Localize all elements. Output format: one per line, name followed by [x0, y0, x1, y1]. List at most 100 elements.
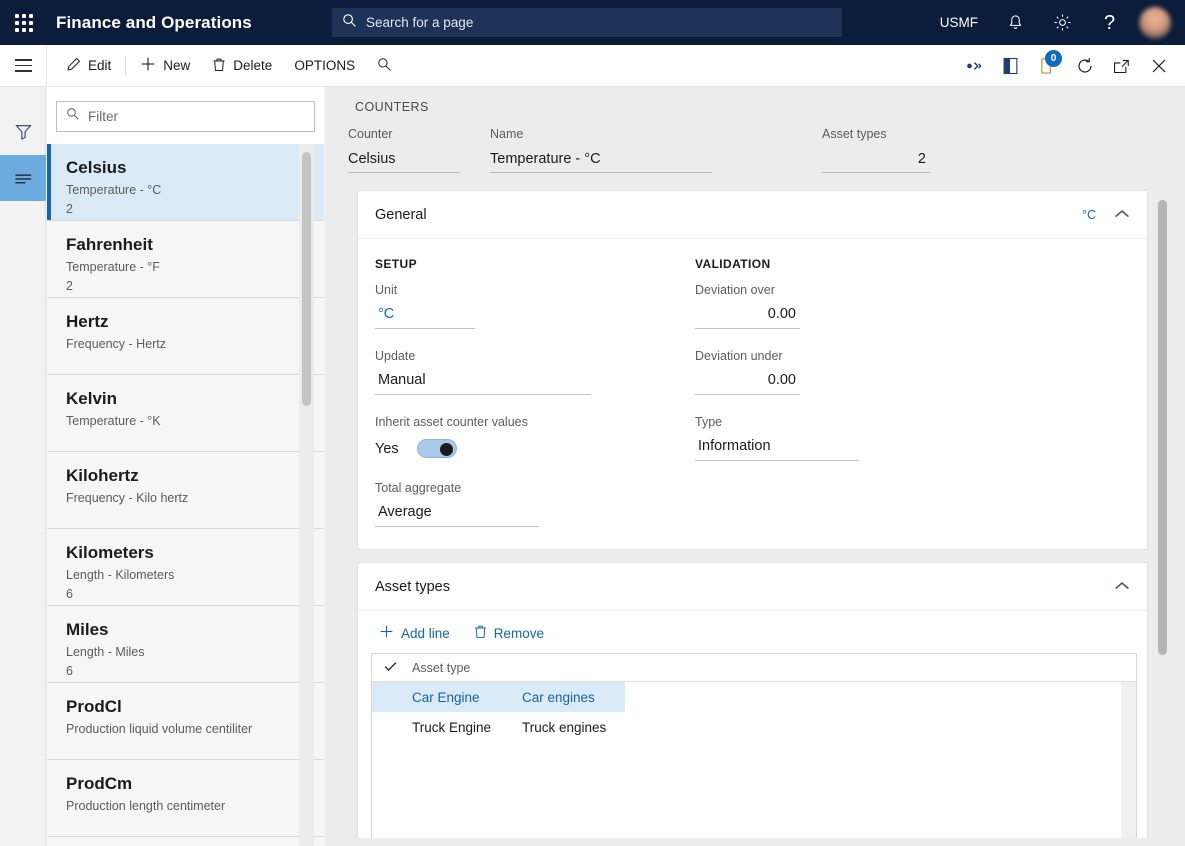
update-field-value[interactable]: Manual	[375, 370, 591, 395]
list-item[interactable]: ProdCl Production liquid volume centilite…	[47, 683, 324, 760]
counter-field-value[interactable]: Celsius	[348, 149, 460, 173]
gear-icon[interactable]	[1039, 0, 1086, 45]
unit-field-value[interactable]: °C	[375, 304, 475, 329]
general-section-badge[interactable]: °C	[1082, 208, 1096, 222]
list-item-count: 6	[66, 664, 73, 678]
deviation-under-value[interactable]: 0.00	[695, 370, 800, 395]
asset-types-section-header[interactable]: Asset types	[358, 563, 1147, 611]
grid-scrollbar[interactable]	[1121, 682, 1136, 846]
notes-count-badge: 0	[1045, 50, 1062, 67]
list-item[interactable]: Kilohertz Frequency - Kilo hertz	[47, 452, 324, 529]
deviation-over-field: Deviation over 0.00	[695, 283, 995, 329]
list-item-count: 2	[66, 279, 73, 293]
asset-types-count-value[interactable]: 2	[822, 149, 930, 173]
global-search-input[interactable]	[366, 15, 832, 30]
checkmark-icon[interactable]	[384, 660, 412, 675]
validation-group-label: VALIDATION	[695, 257, 771, 271]
attachments-icon[interactable]	[955, 45, 992, 87]
list-item[interactable]: Hertz Frequency - Hertz	[47, 298, 324, 375]
table-row[interactable]: Truck Engine Truck engines	[372, 712, 1136, 742]
inherit-asset-counter-values-field: Inherit asset counter values Yes	[375, 415, 675, 461]
list-item[interactable]: Miles Length - Miles 6	[47, 606, 324, 683]
add-line-button[interactable]: Add line	[371, 621, 458, 645]
application-window: Finance and Operations USMF ?	[0, 0, 1185, 846]
new-button-label: New	[163, 58, 191, 73]
bell-icon[interactable]	[992, 0, 1039, 45]
list-item-subtitle: Production length centimeter	[66, 799, 226, 813]
asset-types-count-field: Asset types 2	[822, 127, 930, 173]
close-icon[interactable]	[1140, 45, 1177, 87]
chevron-up-icon[interactable]	[1114, 578, 1130, 596]
list-scrollbar-thumb[interactable]	[302, 152, 311, 406]
list-item-subtitle: Temperature - °C	[66, 183, 162, 197]
filter-box[interactable]	[56, 101, 315, 132]
top-navigation-bar: Finance and Operations USMF ?	[0, 0, 1185, 45]
main-scrollbar-track[interactable]	[1155, 190, 1171, 682]
list-view-icon[interactable]	[0, 155, 46, 201]
options-button[interactable]: OPTIONS	[283, 45, 366, 87]
main-scrollbar-thumb[interactable]	[1158, 200, 1167, 655]
filter-funnel-icon[interactable]	[0, 109, 46, 155]
left-icon-rail	[0, 87, 46, 846]
edit-button[interactable]: Edit	[55, 45, 122, 87]
list-item[interactable]: ProdCm Production length centimeter	[47, 760, 324, 837]
search-icon	[377, 57, 392, 75]
deviation-under-field: Deviation under 0.00	[695, 349, 995, 395]
total-aggregate-label: Total aggregate	[375, 481, 462, 495]
general-section-title: General	[375, 206, 427, 223]
general-section: General °C SETUP Unit °C Update Manual I…	[357, 190, 1148, 550]
app-launcher-icon[interactable]	[0, 0, 48, 45]
table-row[interactable]: Car Engine Car engines	[372, 682, 625, 712]
name-field-value[interactable]: Temperature - °C	[490, 149, 712, 173]
office-apps-icon[interactable]	[992, 45, 1029, 87]
total-aggregate-value[interactable]: Average	[375, 502, 539, 527]
bottom-strip	[325, 838, 1185, 846]
name-field-label: Name	[490, 127, 524, 141]
search-icon	[66, 107, 80, 126]
counter-field: Counter Celsius	[348, 127, 460, 173]
deviation-over-value[interactable]: 0.00	[695, 304, 800, 329]
command-bar-right-group: 0	[955, 45, 1185, 87]
options-button-label: OPTIONS	[294, 58, 356, 73]
command-search-button[interactable]	[366, 45, 403, 87]
unit-field: Unit °C	[375, 283, 675, 329]
chevron-up-icon[interactable]	[1114, 206, 1130, 224]
global-search-box[interactable]	[332, 8, 842, 37]
list-item-title: Fahrenheit	[66, 235, 153, 254]
company-selector[interactable]: USMF	[926, 15, 992, 30]
list-item[interactable]: Fahrenheit Temperature - °F 2	[47, 221, 324, 298]
notes-icon[interactable]: 0	[1029, 45, 1066, 87]
user-avatar[interactable]	[1139, 6, 1171, 39]
setup-column: SETUP Unit °C Update Manual Inherit asse…	[375, 257, 675, 527]
list-item-title: Kilometers	[66, 543, 154, 562]
list-item-title: ProdCm	[66, 774, 133, 793]
type-field-value[interactable]: Information	[695, 436, 859, 461]
main-content-area: COUNTERS Counter Celsius Name Temperatur…	[325, 87, 1185, 846]
list-item[interactable]: Celsius Temperature - °C 2	[47, 144, 324, 221]
list-item[interactable]: Kilometers Length - Kilometers 6	[47, 529, 324, 606]
list-item-count: 6	[66, 587, 73, 601]
asset-types-section-title: Asset types	[375, 578, 450, 595]
app-title: Finance and Operations	[56, 12, 252, 32]
general-section-header[interactable]: General °C	[358, 191, 1147, 239]
list-item-title: Celsius	[66, 158, 127, 177]
list-item-title: Kilohertz	[66, 466, 139, 485]
delete-button[interactable]: Delete	[201, 45, 283, 87]
new-button[interactable]: New	[129, 45, 201, 87]
list-item-title: Miles	[66, 620, 109, 639]
counter-field-label: Counter	[348, 127, 393, 141]
inherit-toggle-switch[interactable]	[416, 439, 457, 458]
filter-container	[47, 87, 324, 141]
open-in-new-window-icon[interactable]	[1103, 45, 1140, 87]
filter-input[interactable]	[88, 109, 305, 124]
list-item[interactable]: Kelvin Temperature - °K	[47, 375, 324, 452]
question-mark-icon[interactable]: ?	[1086, 0, 1133, 45]
asset-type-description: Car engines	[522, 689, 595, 705]
asset-types-grid-header: Asset type	[372, 654, 1136, 682]
list-scrollbar-track[interactable]	[299, 144, 314, 846]
inherit-toggle-value: Yes	[375, 440, 399, 457]
hamburger-menu-icon[interactable]	[0, 44, 47, 87]
remove-button[interactable]: Remove	[466, 621, 552, 645]
asset-type-column-header[interactable]: Asset type	[412, 661, 470, 675]
refresh-icon[interactable]	[1066, 45, 1103, 87]
